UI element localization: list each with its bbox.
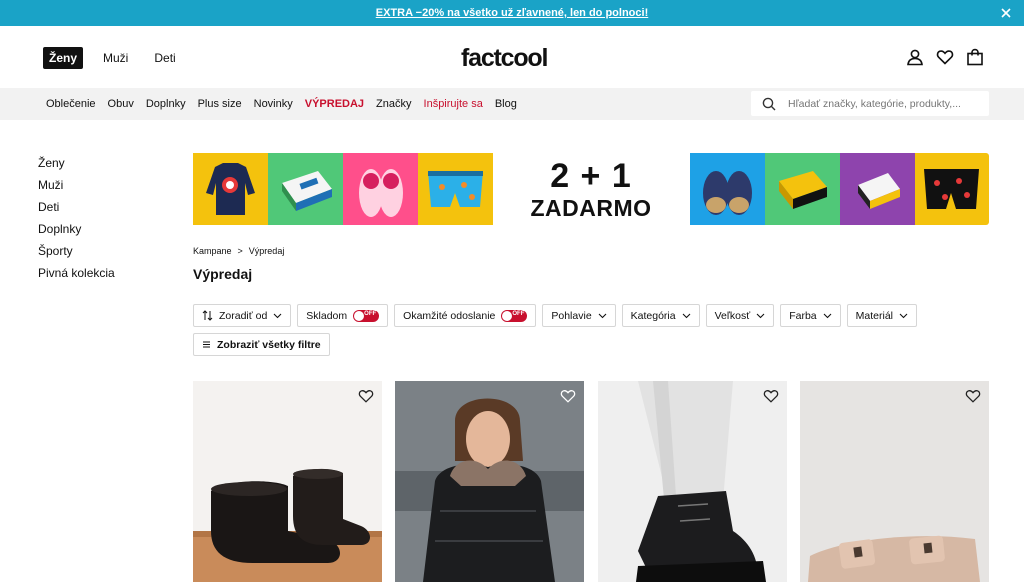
promo-banner[interactable]: 2 + 1 ZADARMO (193, 153, 989, 225)
sidebar-item-men[interactable]: Muži (38, 177, 115, 199)
nav-inspiration[interactable]: Inšpirujte sa (424, 98, 483, 110)
gender-men[interactable]: Muži (97, 47, 134, 69)
breadcrumb-sale[interactable]: Výpredaj (249, 246, 285, 256)
close-icon[interactable] (998, 5, 1014, 21)
immediate-shipping-switch[interactable]: OFF (501, 309, 528, 322)
immediate-shipping-toggle[interactable]: Okamžité odoslanie OFF (394, 304, 537, 327)
banner-sweater-image (193, 153, 268, 225)
sort-icon (202, 310, 213, 321)
product-grid (193, 381, 989, 582)
banner-boxers-image (418, 153, 493, 225)
logo[interactable]: factcool (461, 44, 548, 73)
filter-gender-label: Pohlavie (551, 309, 592, 322)
nav-new[interactable]: Novinky (254, 98, 293, 110)
wishlist-heart-icon[interactable] (560, 388, 576, 404)
filter-size[interactable]: Veľkosť (705, 304, 775, 327)
in-stock-label: Skladom (306, 309, 348, 322)
show-all-filters-button[interactable]: Zobraziť všetky filtre (193, 333, 330, 356)
product-card-boots[interactable] (193, 381, 382, 582)
shopping-bag-icon[interactable] (966, 48, 984, 66)
nav-clothing[interactable]: Oblečenie (46, 98, 96, 110)
product-image-black-shoes (598, 381, 787, 582)
in-stock-toggle[interactable]: Skladom OFF (297, 304, 389, 327)
product-image-puffer-jacket (395, 381, 584, 582)
filter-bar: Zoradiť od Skladom OFF Okamžité odoslani… (193, 304, 989, 362)
chevron-down-icon (899, 313, 908, 318)
nav-blog[interactable]: Blog (495, 98, 517, 110)
product-image-sandals (800, 381, 989, 582)
nav-plus-size[interactable]: Plus size (198, 98, 242, 110)
filter-list-icon (203, 341, 210, 348)
search-input[interactable] (788, 97, 978, 110)
promo-bar: EXTRA −20% na všetko už zľavnené, len do… (0, 0, 1024, 26)
in-stock-switch[interactable]: OFF (353, 309, 380, 322)
toggle-state-label: OFF (512, 310, 525, 317)
page-title: Výpredaj (193, 266, 253, 282)
chevron-down-icon (682, 313, 690, 318)
banner-gift-box-image (765, 153, 840, 225)
sidebar-item-sports[interactable]: Športy (38, 243, 115, 265)
category-nav: Oblečenie Obuv Doplnky Plus size Novinky… (0, 88, 1024, 120)
heart-icon[interactable] (936, 48, 954, 66)
breadcrumb-separator: > (237, 246, 243, 256)
wishlist-heart-icon[interactable] (358, 388, 374, 404)
filter-material[interactable]: Materiál (846, 304, 918, 327)
wishlist-heart-icon[interactable] (965, 388, 981, 404)
breadcrumb-campaigns[interactable]: Kampane (193, 246, 232, 256)
user-icon[interactable] (906, 48, 924, 66)
filter-material-label: Materiál (855, 309, 894, 322)
toggle-state-label: OFF (364, 310, 377, 317)
filter-gender[interactable]: Pohlavie (542, 304, 616, 327)
chevron-down-icon (273, 313, 282, 318)
nav-accessories[interactable]: Doplnky (146, 98, 186, 110)
banner-boxers-dark-image (915, 153, 989, 225)
chevron-down-icon (756, 313, 765, 318)
filter-color-label: Farba (789, 309, 817, 322)
filter-color[interactable]: Farba (780, 304, 841, 327)
product-card-sneakers[interactable] (598, 381, 787, 582)
nav-sale[interactable]: VÝPREDAJ (305, 98, 364, 110)
filter-category[interactable]: Kategória (621, 304, 700, 327)
wishlist-heart-icon[interactable] (763, 388, 779, 404)
filter-category-label: Kategória (630, 309, 676, 322)
sidebar: Ženy Muži Deti Doplnky Športy Pivná kole… (38, 155, 115, 287)
filter-size-label: Veľkosť (714, 309, 751, 322)
sort-label: Zoradiť od (219, 309, 268, 322)
banner-headline: 2 + 1 (550, 157, 632, 195)
sidebar-item-kids[interactable]: Deti (38, 199, 115, 221)
site-header: Ženy Muži Deti factcool (0, 26, 1024, 88)
chevron-down-icon (823, 313, 832, 318)
banner-slippers-image (343, 153, 418, 225)
header-actions (906, 48, 984, 66)
nav-brands[interactable]: Značky (376, 98, 411, 110)
banner-subline: ZADARMO (530, 195, 652, 221)
banner-slippers-dark-image (690, 153, 765, 225)
gender-switch: Ženy Muži Deti (43, 47, 182, 69)
banner-socks-box-image (268, 153, 343, 225)
product-card-sandals[interactable] (800, 381, 989, 582)
banner-socks-box-purple-image (840, 153, 915, 225)
product-card-jacket[interactable] (395, 381, 584, 582)
promo-link[interactable]: EXTRA −20% na všetko už zľavnené, len do… (376, 7, 648, 19)
search-icon[interactable] (762, 97, 776, 111)
banner-offer-text: 2 + 1 ZADARMO (493, 157, 689, 221)
sidebar-item-women[interactable]: Ženy (38, 155, 115, 177)
sort-dropdown[interactable]: Zoradiť od (193, 304, 292, 327)
search-box (751, 91, 989, 116)
product-image-kids-boots (193, 468, 382, 582)
immediate-shipping-label: Okamžité odoslanie (403, 309, 496, 322)
gender-women[interactable]: Ženy (43, 47, 84, 69)
sidebar-item-accessories[interactable]: Doplnky (38, 221, 115, 243)
sidebar-item-beer-collection[interactable]: Pivná kolekcia (38, 265, 115, 287)
show-all-filters-label: Zobraziť všetky filtre (217, 338, 321, 351)
nav-shoes[interactable]: Obuv (108, 98, 134, 110)
gender-kids[interactable]: Deti (148, 47, 181, 69)
chevron-down-icon (598, 313, 607, 318)
breadcrumb: Kampane > Výpredaj (193, 246, 284, 256)
